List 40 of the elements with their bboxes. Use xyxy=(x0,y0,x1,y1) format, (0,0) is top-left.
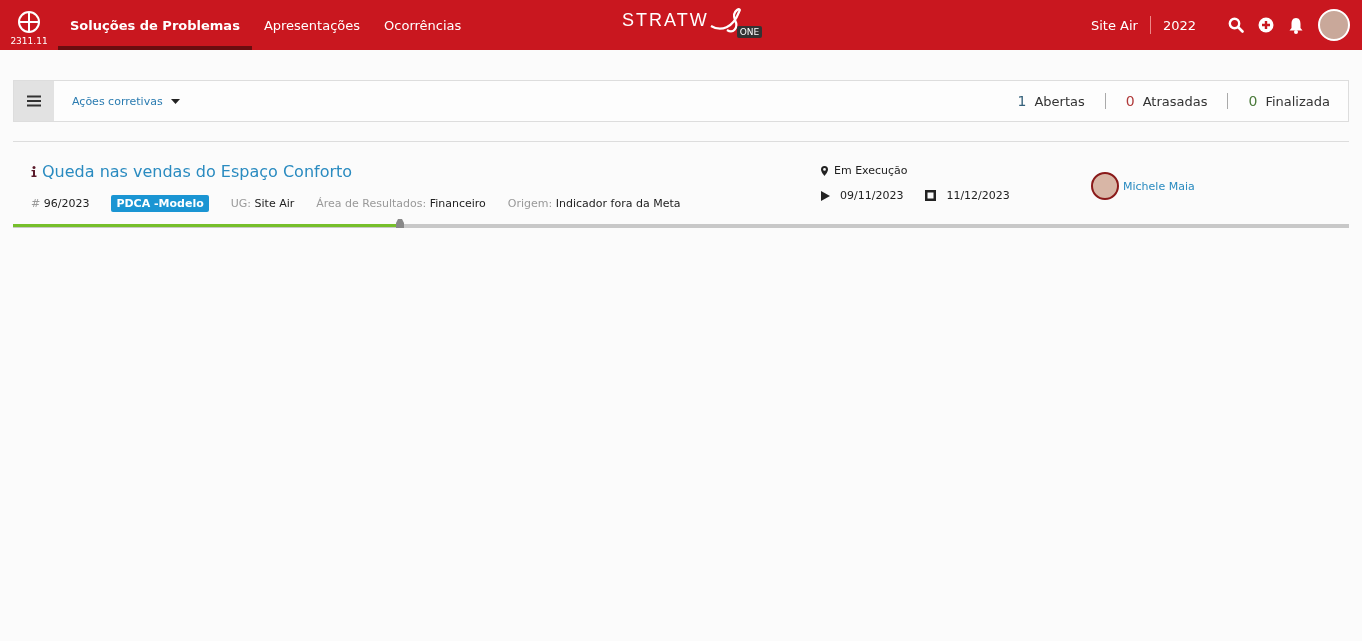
filter-dropdown[interactable]: Ações corretivas xyxy=(72,94,180,108)
item-field: Área de Resultados: Financeiro xyxy=(316,197,486,210)
caret-icon xyxy=(170,98,180,104)
counter-value: 1 xyxy=(1017,93,1027,109)
owner-name[interactable]: Michele Maia xyxy=(1123,179,1195,193)
nav-tab[interactable]: Soluções de Problemas xyxy=(58,0,252,50)
unit-selector[interactable]: Site Air xyxy=(1090,17,1138,33)
counter-value: 0 xyxy=(1125,93,1135,109)
nav-tab[interactable]: Ocorrências xyxy=(372,0,474,50)
counter-value: 0 xyxy=(1248,93,1258,109)
counter-label[interactable]: Atrasadas xyxy=(1142,93,1208,109)
add-icon[interactable] xyxy=(1258,17,1274,33)
start-date: 09/11/2023 xyxy=(840,189,904,202)
version-label: 2311.11 xyxy=(10,35,48,46)
location-pin-icon xyxy=(821,165,828,176)
item-number: # 96/2023 xyxy=(31,197,90,210)
menu-button[interactable] xyxy=(14,81,54,121)
bell-icon[interactable] xyxy=(1288,16,1304,34)
search-icon[interactable] xyxy=(1228,17,1244,33)
year-selector[interactable]: 2022 xyxy=(1162,17,1196,33)
menu-icon xyxy=(27,95,41,107)
method-tag: PDCA -Modelo xyxy=(111,195,209,212)
counter-label[interactable]: Finalizada xyxy=(1265,93,1330,109)
avatar[interactable] xyxy=(1318,9,1350,41)
play-icon xyxy=(821,190,830,201)
status-label: Em Execução xyxy=(834,164,908,177)
stop-icon xyxy=(925,190,937,201)
logo-text: STRATW xyxy=(622,10,709,31)
logo-icon[interactable] xyxy=(16,8,42,35)
filter-label: Ações corretivas xyxy=(72,94,163,108)
progress-marker-icon xyxy=(396,219,405,228)
logo-badge: ONE xyxy=(736,26,763,38)
end-date: 11/12/2023 xyxy=(946,189,1010,202)
info-icon xyxy=(31,166,37,177)
item-field: Origem: Indicador fora da Meta xyxy=(507,197,681,210)
nav-tab[interactable]: Apresentações xyxy=(251,0,373,50)
item-title[interactable]: Queda nas vendas do Espaço Conforto xyxy=(42,162,353,181)
owner-avatar xyxy=(1091,172,1119,200)
item-field: UG: Site Air xyxy=(230,197,295,210)
counter-label[interactable]: Abertas xyxy=(1034,93,1085,109)
